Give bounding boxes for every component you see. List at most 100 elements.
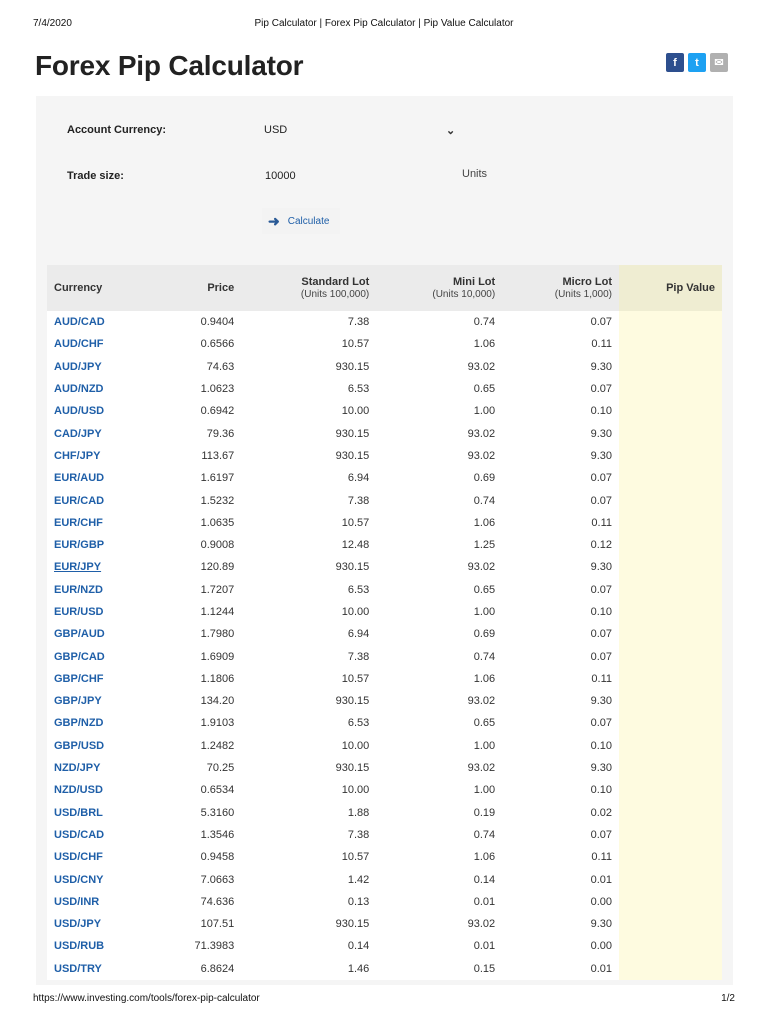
currency-pair-link[interactable]: GBP/AUD [47,623,154,646]
currency-pair-label[interactable]: AUD/JPY [54,361,102,373]
currency-pair-link[interactable]: USD/CAD [47,823,154,847]
price-cell: 1.5232 [153,489,242,512]
mini-lot-cell: 0.69 [376,623,503,646]
currency-pair-label[interactable]: EUR/NZD [54,584,103,596]
currency-pair-label[interactable]: GBP/CAD [54,651,105,663]
mini-lot-cell: 0.65 [376,712,503,735]
calculate-button[interactable]: ➜ Calculate [262,208,340,234]
currency-pair-label[interactable]: NZD/JPY [54,762,100,774]
twitter-icon[interactable]: t [688,53,706,72]
email-icon[interactable]: ✉ [710,53,728,72]
currency-pair-link[interactable]: EUR/CHF [47,511,154,534]
currency-pair-label[interactable]: GBP/JPY [54,695,102,707]
currency-pair-label[interactable]: USD/BRL [54,807,103,819]
currency-pair-link[interactable]: CHF/JPY [47,444,154,468]
currency-pair-link[interactable]: AUD/CAD [47,311,154,334]
chevron-down-icon[interactable]: ⌄ [446,124,455,137]
currency-pair-label[interactable]: USD/JPY [54,918,101,930]
currency-pair-link[interactable]: NZD/JPY [47,756,154,780]
currency-pair-link[interactable]: NZD/USD [47,779,154,802]
currency-pair-link[interactable]: EUR/AUD [47,467,154,490]
pip-value-cell [619,489,722,512]
currency-pair-link[interactable]: AUD/NZD [47,377,154,401]
pip-value-cell [619,333,722,356]
mini-lot-cell: 1.25 [376,533,503,557]
currency-pair-label[interactable]: AUD/CHF [54,338,104,350]
currency-pair-label[interactable]: CAD/JPY [54,428,102,440]
mini-lot-cell: 93.02 [376,756,503,780]
mini-lot-cell: 93.02 [376,444,503,468]
currency-pair-link[interactable]: GBP/CAD [47,645,154,668]
currency-pair-label[interactable]: USD/CAD [54,829,104,841]
calculate-label: Calculate [287,215,330,227]
currency-pair-link[interactable]: USD/CNY [47,868,154,891]
currency-pair-link[interactable]: EUR/JPY [47,556,154,579]
currency-pair-link[interactable]: AUD/CHF [47,333,154,356]
currency-pair-label[interactable]: USD/CNY [54,874,104,886]
account-currency-select[interactable]: USD [264,124,460,138]
currency-pair-link[interactable]: USD/INR [47,890,154,914]
currency-pair-label[interactable]: USD/INR [54,896,99,908]
micro-lot-units: (Units 1,000) [554,289,612,300]
pip-value-cell [619,913,722,936]
facebook-icon[interactable]: f [666,53,684,72]
page-title: Forex Pip Calculator [35,50,304,81]
trade-size-input[interactable]: 10000 [265,170,445,182]
currency-pair-label[interactable]: USD/TRY [54,963,102,975]
currency-pair-label[interactable]: EUR/CHF [54,517,103,529]
currency-pair-label[interactable]: EUR/USD [54,606,104,618]
header-currency: Currency [47,265,154,311]
currency-pair-link[interactable]: USD/RUB [47,935,154,958]
currency-pair-link[interactable]: AUD/JPY [47,355,154,378]
currency-pair-label[interactable]: AUD/NZD [54,383,104,395]
micro-lot-cell: 0.07 [502,623,619,646]
standard-lot-cell: 10.00 [241,779,377,802]
table-row: GBP/CAD 1.6909 7.38 0.74 0.07 [47,645,722,668]
currency-pair-link[interactable]: USD/CHF [47,846,154,869]
currency-pair-link[interactable]: GBP/CHF [47,667,154,691]
currency-pair-link[interactable]: GBP/JPY [47,690,154,713]
currency-pair-label[interactable]: EUR/JPY [54,561,101,573]
currency-pair-link[interactable]: CAD/JPY [47,422,154,445]
price-cell: 1.7207 [153,578,242,601]
currency-pair-link[interactable]: EUR/NZD [47,578,154,601]
pip-table: Currency Price Standard Lot (Units 100,00… [47,265,722,980]
standard-lot-cell: 10.57 [241,511,377,534]
currency-pair-label[interactable]: NZD/USD [54,784,103,796]
table-row: AUD/NZD 1.0623 6.53 0.65 0.07 [47,377,722,401]
currency-pair-label[interactable]: CHF/JPY [54,450,100,462]
currency-pair-label[interactable]: EUR/AUD [54,472,104,484]
arrow-right-icon: ➜ [268,212,280,229]
pip-value-cell [619,467,722,490]
currency-pair-label[interactable]: AUD/USD [54,405,104,417]
price-cell: 134.20 [153,690,242,713]
currency-pair-link[interactable]: USD/TRY [47,957,154,980]
currency-pair-link[interactable]: EUR/CAD [47,489,154,512]
currency-pair-link[interactable]: USD/JPY [47,913,154,936]
currency-pair-label[interactable]: GBP/AUD [54,628,105,640]
currency-pair-label[interactable]: EUR/GBP [54,539,104,551]
currency-pair-label[interactable]: AUD/CAD [54,316,105,328]
page-number: 1/2 [721,993,735,1004]
pip-value-cell [619,935,722,958]
currency-pair-label[interactable]: USD/RUB [54,940,104,952]
currency-pair-label[interactable]: GBP/USD [54,740,104,752]
currency-pair-link[interactable]: EUR/GBP [47,533,154,557]
currency-pair-link[interactable]: AUD/USD [47,400,154,423]
table-row: GBP/AUD 1.7980 6.94 0.69 0.07 [47,623,722,646]
table-row: USD/CNY 7.0663 1.42 0.14 0.01 [47,868,722,891]
pip-value-cell [619,311,722,334]
currency-pair-label[interactable]: EUR/CAD [54,495,104,507]
currency-pair-link[interactable]: EUR/USD [47,600,154,624]
standard-lot-cell: 6.53 [241,377,377,401]
currency-pair-label[interactable]: USD/CHF [54,851,103,863]
currency-pair-label[interactable]: GBP/NZD [54,717,104,729]
currency-pair-link[interactable]: USD/BRL [47,801,154,824]
pip-value-cell [619,823,722,847]
currency-pair-link[interactable]: GBP/NZD [47,712,154,735]
currency-pair-label[interactable]: GBP/CHF [54,673,104,685]
currency-pair-link[interactable]: GBP/USD [47,734,154,757]
price-cell: 0.9008 [153,533,242,557]
micro-lot-cell: 0.07 [502,712,619,735]
mini-lot-cell: 0.74 [376,311,503,334]
